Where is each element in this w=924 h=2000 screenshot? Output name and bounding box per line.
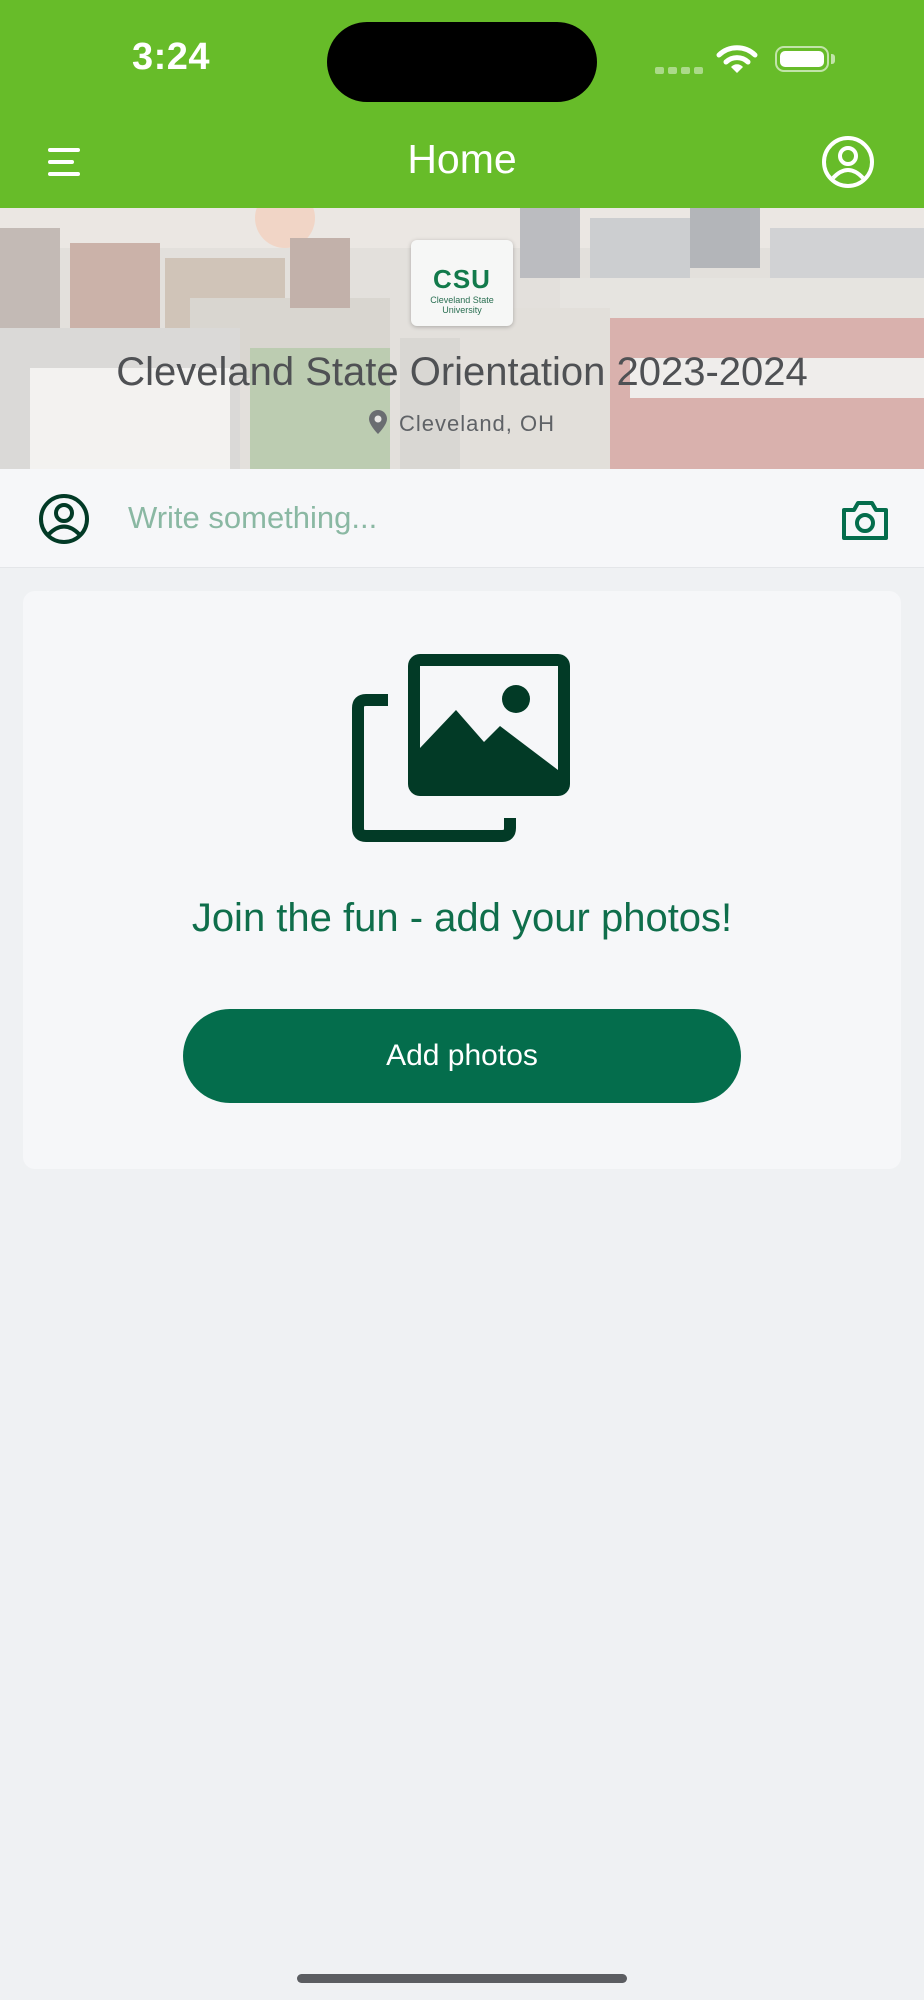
add-photos-button[interactable]: Add photos	[183, 1009, 741, 1103]
dynamic-island	[327, 22, 597, 102]
cellular-signal-icon	[655, 64, 703, 74]
status-time: 3:24	[132, 36, 211, 78]
user-circle-icon	[822, 136, 874, 188]
location-text: Cleveland, OH	[398, 411, 556, 436]
home-indicator[interactable]	[297, 1974, 627, 1983]
event-title: Cleveland State Orientation 2023-2024	[116, 350, 808, 394]
logo-subtitle: Cleveland State University	[430, 295, 494, 315]
university-logo: CSU Cleveland State University	[411, 240, 513, 326]
battery-cap	[831, 54, 835, 64]
user-avatar[interactable]	[37, 492, 91, 546]
user-circle-icon	[39, 494, 89, 544]
post-composer	[0, 469, 924, 568]
profile-button[interactable]	[820, 134, 876, 190]
map-pin-icon	[368, 410, 387, 434]
battery-icon	[775, 46, 829, 72]
camera-icon	[842, 501, 888, 540]
page-title: Home	[407, 136, 517, 182]
event-location: Cleveland, OH	[0, 410, 924, 437]
photo-gallery-icon	[352, 654, 570, 842]
wifi-icon	[716, 45, 758, 73]
post-input[interactable]	[120, 491, 716, 545]
camera-button[interactable]	[840, 498, 890, 542]
logo-mark: CSU	[433, 264, 491, 294]
empty-state-heading: Join the fun - add your photos!	[191, 896, 733, 940]
app-header: 3:24 Home	[0, 0, 924, 208]
